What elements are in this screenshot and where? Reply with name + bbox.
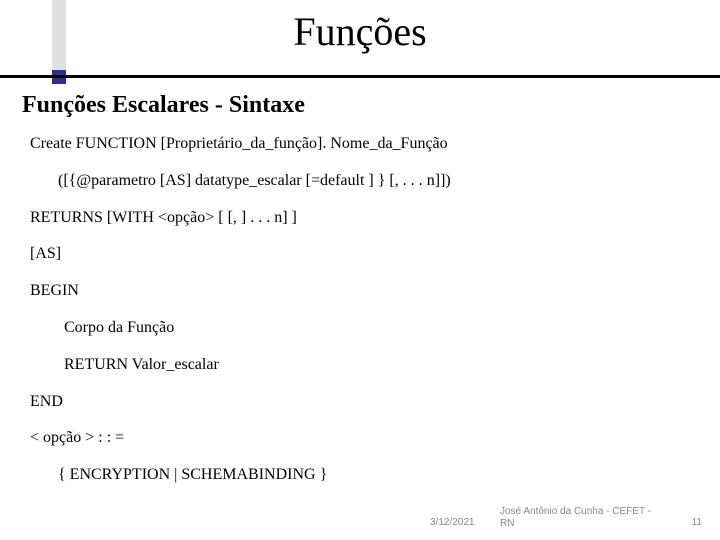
footer-page-number: 11 bbox=[692, 517, 702, 528]
syntax-line: ([{@parametro [AS] datatype_escalar [=de… bbox=[30, 169, 690, 194]
slide: Funções Funções Escalares - Sintaxe Crea… bbox=[0, 0, 720, 540]
decoration-horizontal-rule bbox=[0, 75, 720, 78]
footer-author: José Antônio da Cunha - CEFET - RN bbox=[500, 506, 660, 530]
slide-title: Funções bbox=[0, 8, 720, 55]
section-heading: Funções Escalares - Sintaxe bbox=[22, 92, 305, 119]
syntax-line: BEGIN bbox=[30, 279, 690, 304]
syntax-line: [AS] bbox=[30, 242, 690, 267]
syntax-line: END bbox=[30, 390, 690, 415]
syntax-line: < opção > : : = bbox=[30, 426, 690, 451]
footer-date: 3/12/2021 bbox=[430, 517, 475, 528]
syntax-line: RETURN Valor_escalar bbox=[30, 353, 690, 378]
syntax-body: Create FUNCTION [Proprietário_da_função]… bbox=[30, 132, 690, 500]
syntax-line: { ENCRYPTION | SCHEMABINDING } bbox=[30, 463, 690, 488]
syntax-line: RETURNS [WITH <opção> [ [, ] . . . n] ] bbox=[30, 206, 690, 231]
syntax-line: Corpo da Função bbox=[30, 316, 690, 341]
syntax-line: Create FUNCTION [Proprietário_da_função]… bbox=[30, 132, 690, 157]
